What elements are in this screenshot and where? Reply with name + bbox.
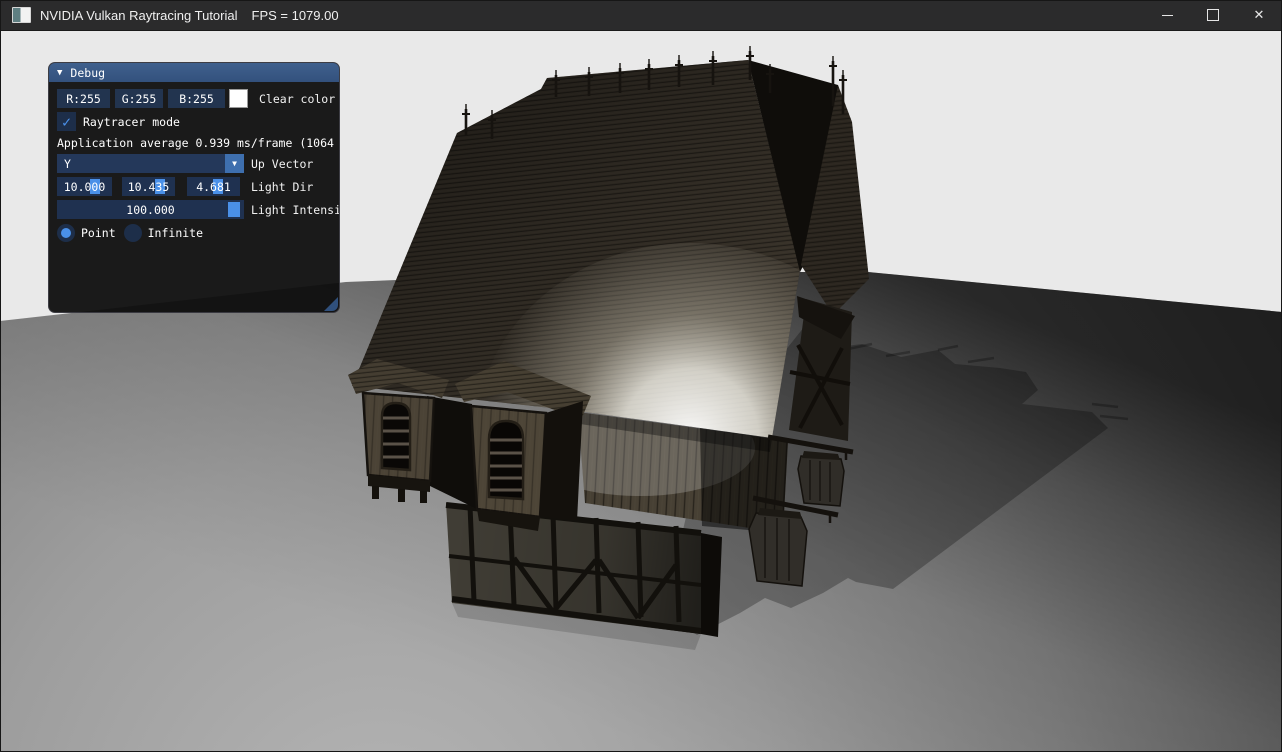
dormer-middle-window (489, 421, 523, 499)
collapse-arrow-icon[interactable]: ▼ (57, 68, 62, 78)
maximize-button[interactable] (1190, 0, 1236, 30)
light-intensity-slider[interactable]: 100.000 (57, 200, 244, 219)
light-dir-y-slider[interactable]: 10.435 (122, 177, 175, 196)
close-button[interactable]: ✕ (1236, 0, 1282, 30)
light-dir-y-value: 10.435 (128, 180, 170, 194)
app-icon[interactable] (12, 7, 31, 23)
debug-panel: ▼ Debug R:255 G:255 B:255 Clear color ✓ … (48, 62, 340, 313)
point-radio[interactable] (57, 224, 75, 242)
window-title: NVIDIA Vulkan Raytracing Tutorial (40, 8, 238, 23)
light-type-row: Point Infinite (57, 223, 339, 242)
slider-grab[interactable] (228, 202, 240, 217)
color-g-button[interactable]: G:255 (115, 89, 163, 108)
raytracer-mode-row: ✓ Raytracer mode (57, 112, 339, 131)
debug-panel-header[interactable]: ▼ Debug (49, 63, 339, 82)
maximize-icon (1207, 9, 1219, 21)
stats-text: Application average 0.939 ms/frame (1064 (57, 136, 334, 150)
minimize-button[interactable] (1144, 0, 1190, 30)
light-dir-z-value: 4.681 (196, 180, 231, 194)
light-dir-z-slider[interactable]: 4.681 (187, 177, 240, 196)
light-intensity-value: 100.000 (126, 203, 174, 217)
chevron-down-icon: ▼ (232, 159, 237, 168)
clear-color-swatch[interactable] (229, 89, 248, 108)
dormer-left-window (382, 403, 410, 470)
combo-arrow-button[interactable]: ▼ (225, 154, 244, 173)
raytracer-label: Raytracer mode (83, 115, 180, 129)
up-vector-combo[interactable]: Y ▼ (57, 154, 244, 173)
light-dir-x-slider[interactable]: 10.000 (57, 177, 112, 196)
radio-dot (61, 228, 71, 238)
raytracer-checkbox[interactable]: ✓ (57, 112, 76, 131)
clear-color-label: Clear color (259, 92, 335, 106)
up-vector-row: Y ▼ Up Vector (57, 154, 339, 173)
up-vector-label: Up Vector (251, 157, 313, 171)
light-dir-row: 10.000 10.435 4.681 Light Dir (57, 177, 339, 196)
debug-panel-title: Debug (70, 66, 105, 80)
clear-color-row: R:255 G:255 B:255 Clear color (57, 89, 339, 108)
close-icon: ✕ (1254, 8, 1265, 23)
point-radio-label: Point (81, 226, 116, 240)
debug-panel-body: R:255 G:255 B:255 Clear color ✓ Raytrace… (49, 82, 339, 307)
minimize-icon (1162, 15, 1173, 16)
light-intensity-label: Light Intensity (251, 203, 339, 217)
window-titlebar[interactable]: NVIDIA Vulkan Raytracing Tutorial FPS = 1… (0, 0, 1282, 31)
checkmark-icon: ✓ (62, 113, 71, 131)
infinite-radio[interactable] (124, 224, 142, 242)
fps-counter: FPS = 1079.00 (252, 8, 339, 23)
color-b-button[interactable]: B:255 (168, 89, 225, 108)
light-dir-x-value: 10.000 (64, 180, 106, 194)
light-dir-label: Light Dir (251, 180, 313, 194)
stats-row: Application average 0.939 ms/frame (1064 (57, 135, 339, 150)
infinite-radio-label: Infinite (148, 226, 203, 240)
light-intensity-row: 100.000 Light Intensity (57, 200, 339, 219)
up-vector-value: Y (64, 157, 71, 171)
color-r-button[interactable]: R:255 (57, 89, 110, 108)
